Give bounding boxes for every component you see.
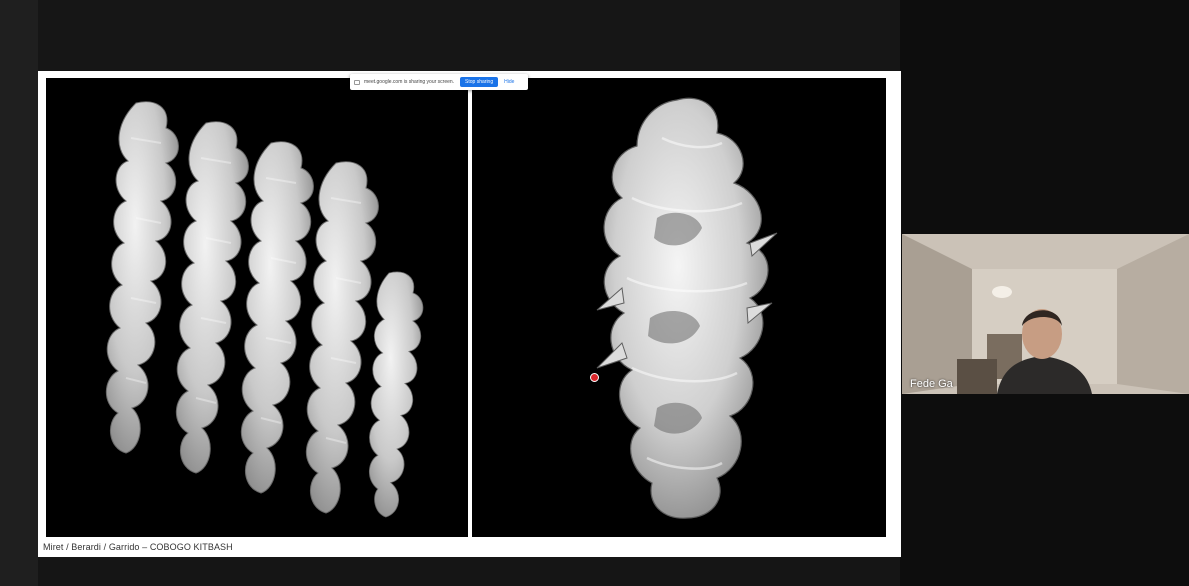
participant-video <box>902 234 1189 394</box>
stop-sharing-button[interactable]: Stop sharing <box>460 77 499 87</box>
screen-share-icon <box>354 79 360 85</box>
screen-share-notice: meet.google.com is sharing your screen. … <box>350 74 528 90</box>
slide-image-left <box>46 78 468 537</box>
kitbash-single-render <box>596 97 778 519</box>
participant-name-label: Fede Ga <box>910 378 953 390</box>
participant-video-tile[interactable]: Fede Ga <box>902 234 1189 394</box>
slide-caption: Miret / Berardi / Garrido – COBOGO KITBA… <box>43 542 233 552</box>
share-notice-text: meet.google.com is sharing your screen. <box>364 79 455 85</box>
laser-pointer-icon <box>590 373 599 382</box>
hide-button[interactable]: Hide <box>504 79 514 85</box>
kitbash-grid-render <box>105 101 424 518</box>
meeting-window: Miret / Berardi / Garrido – COBOGO KITBA… <box>0 0 1189 586</box>
left-edge-strip <box>0 0 38 586</box>
shared-slide: Miret / Berardi / Garrido – COBOGO KITBA… <box>38 71 901 557</box>
slide-image-right <box>472 78 886 537</box>
bottom-bar <box>38 557 900 586</box>
